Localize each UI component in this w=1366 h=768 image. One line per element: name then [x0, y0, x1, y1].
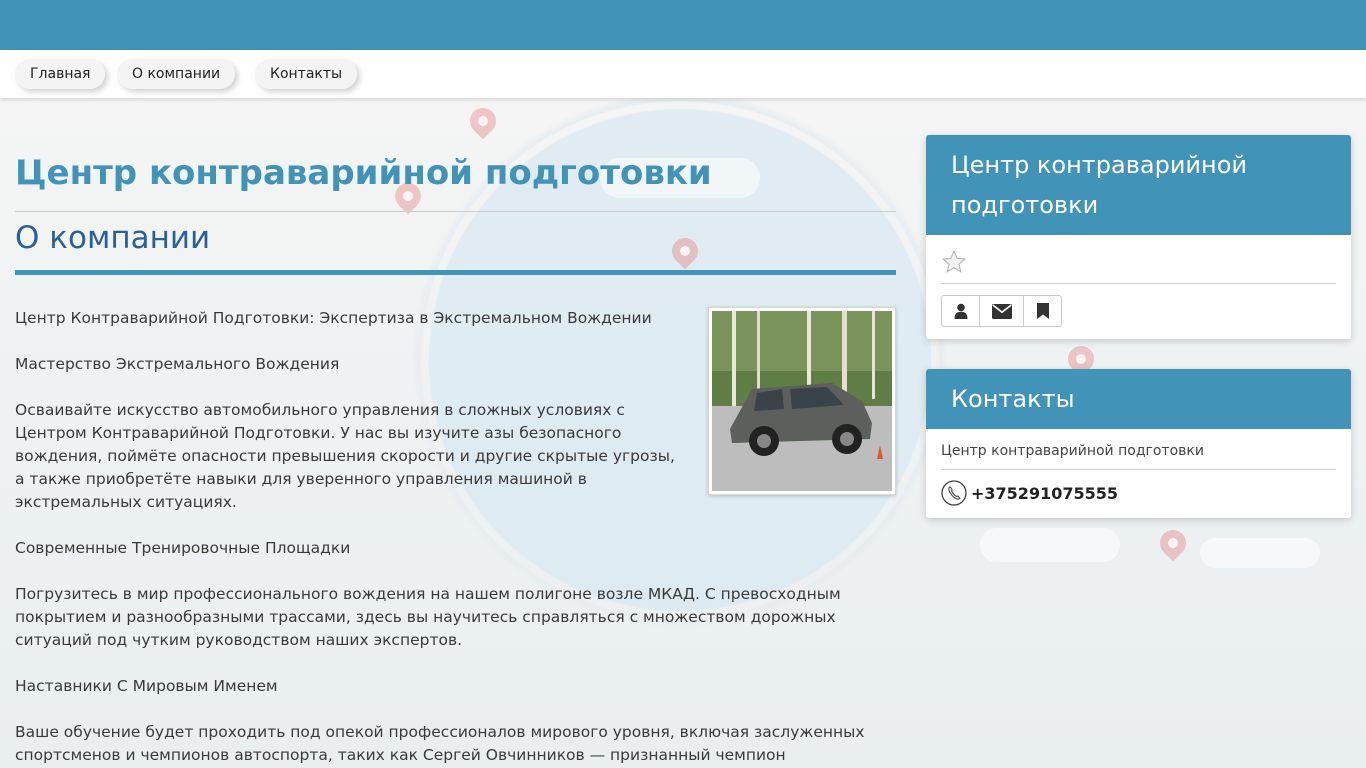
nav-item-home[interactable]: Главная — [15, 59, 106, 89]
bookmark-icon — [1036, 303, 1049, 319]
article-paragraph: Ваше обучение будет проходить под опекой… — [15, 723, 865, 764]
company-widget: Центр контраварийной подготовки — [926, 135, 1351, 339]
user-icon — [954, 303, 967, 319]
article-photo — [708, 307, 896, 495]
company-actions — [941, 295, 1336, 327]
contacts-widget: Контакты Центр контраварийной подготовки… — [926, 369, 1351, 518]
contact-company-name: Центр контраварийной подготовки — [941, 441, 1336, 470]
article-body: Центр Контраварийной Подготовки: Эксперт… — [15, 307, 896, 767]
nav-item-about[interactable]: О компании — [117, 59, 236, 89]
sidebar: Центр контраварийной подготовки Контакты… — [926, 135, 1351, 548]
envelope-icon — [991, 303, 1012, 319]
contacts-widget-title: Контакты — [926, 369, 1351, 429]
star-icon[interactable] — [941, 249, 967, 275]
contact-phone-row: +375291075555 — [941, 480, 1336, 506]
article-paragraph: Погрузитесь в мир профессионального вожд… — [15, 585, 841, 649]
car-illustration — [712, 311, 892, 491]
email-button[interactable] — [980, 295, 1024, 327]
car-photo — [712, 311, 892, 491]
site-title: Центр контраварийной подготовки — [15, 135, 896, 212]
company-widget-title: Центр контраварийной подготовки — [926, 135, 1351, 235]
page-title: О компании — [15, 212, 896, 275]
article-paragraph: Наставники С Мировым Именем — [15, 677, 278, 695]
profile-button[interactable] — [941, 295, 980, 327]
nav-item-contacts[interactable]: Контакты — [255, 59, 358, 89]
main-content: Центр контраварийной подготовки О компан… — [15, 135, 896, 768]
top-banner — [0, 0, 1366, 50]
main-navigation: Главная О компании Контакты — [0, 50, 1366, 98]
article-paragraph: Современные Тренировочные Площадки — [15, 539, 351, 557]
phone-icon — [941, 480, 967, 506]
phone-link[interactable]: +375291075555 — [971, 484, 1118, 503]
bookmark-button[interactable] — [1024, 295, 1062, 327]
rating-row — [941, 247, 1336, 284]
